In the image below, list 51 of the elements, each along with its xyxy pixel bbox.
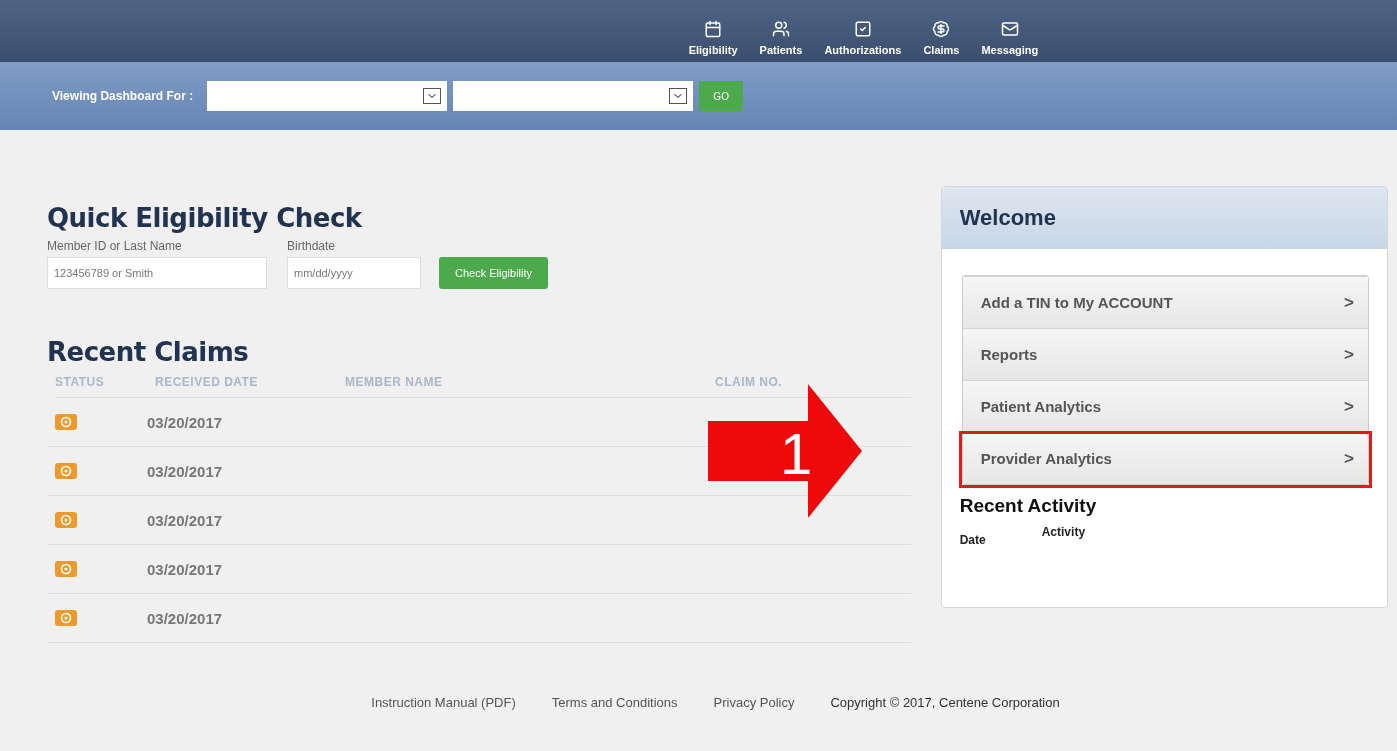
dollar-icon — [932, 20, 951, 38]
column-header: Activity — [1041, 525, 1086, 541]
menu-item[interactable]: Add a TIN to My ACCOUNT > — [962, 276, 1368, 328]
field-label: Birthdate — [287, 239, 337, 253]
dropdown[interactable] — [207, 81, 448, 111]
footer-link[interactable]: Terms and Conditions — [551, 695, 678, 710]
chevron-text: > — [1344, 396, 1354, 417]
status-icon — [55, 414, 77, 430]
menu-item[interactable]: Patient Analytics > — [962, 380, 1368, 432]
panel-title: Welcome — [959, 205, 1056, 231]
nav-item[interactable]: Messaging — [972, 20, 1048, 56]
received-date: 03/20/2017 — [147, 609, 224, 627]
envelope-icon — [1000, 20, 1019, 38]
member-input[interactable]: 123456789 or Smith — [47, 257, 267, 289]
column-header: Date — [959, 533, 986, 547]
section-title: Recent Claims — [47, 337, 250, 367]
received-date: 03/20/2017 — [147, 560, 224, 578]
section-title: Quick Eligibility Check — [47, 203, 363, 233]
status-icon — [55, 512, 77, 528]
chevron-text: > — [1344, 292, 1354, 313]
menu-item[interactable]: Reports > — [962, 328, 1368, 380]
received-date: 03/20/2017 — [147, 462, 224, 480]
section-title: Recent Activity — [959, 495, 1098, 517]
nav-item[interactable]: Eligibility — [679, 20, 747, 56]
caret-icon — [669, 88, 688, 104]
column-header: RECEIVED DATE — [155, 375, 259, 389]
column-header: MEMBER NAME — [345, 375, 444, 389]
column-header: CLAIM NO. — [715, 375, 784, 389]
dashboard-label: Viewing Dashboard For : — [52, 89, 194, 103]
status-icon — [55, 610, 77, 626]
dropdown[interactable] — [453, 81, 694, 111]
calendar-icon — [704, 20, 723, 38]
status-icon — [55, 561, 77, 577]
received-date: 03/20/2017 — [147, 511, 224, 529]
nav-item[interactable]: Claims — [914, 20, 969, 56]
people-icon — [771, 20, 790, 38]
copyright-text: Copyright © 2017, Centene Corporation — [830, 695, 1060, 710]
nav-item[interactable]: Authorizations — [815, 20, 911, 56]
column-header: STATUS — [55, 375, 106, 389]
footer-link[interactable]: Instruction Manual (PDF) — [371, 695, 516, 710]
chevron-text: > — [1344, 448, 1354, 469]
annotation-number: 1 — [780, 421, 813, 486]
caret-icon — [423, 88, 442, 104]
footer-link[interactable]: Privacy Policy — [713, 695, 795, 710]
received-date: 03/20/2017 — [147, 413, 224, 431]
nav-item[interactable]: Patients — [750, 20, 812, 56]
field-label: Member ID or Last Name — [47, 239, 183, 253]
chevron-text: > — [1344, 344, 1354, 365]
status-icon — [55, 463, 77, 479]
checkbox-icon — [853, 20, 872, 38]
birthdate-input[interactable]: mm/dd/yyyy — [287, 257, 421, 289]
